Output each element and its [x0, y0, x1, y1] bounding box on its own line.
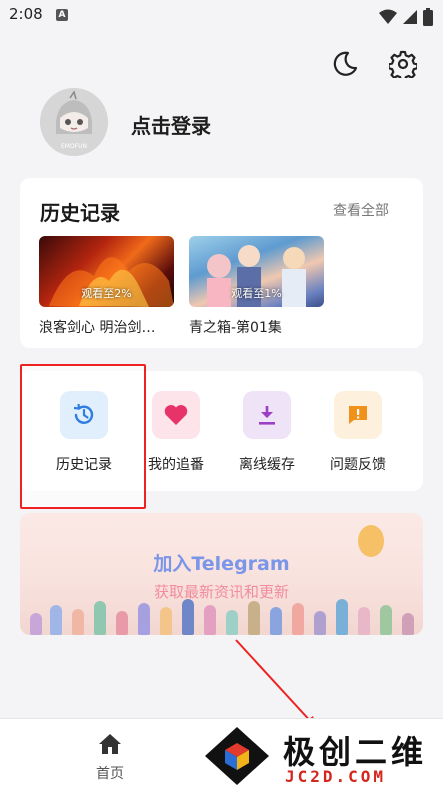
history-thumbnail[interactable]: 观看至1% [189, 236, 324, 307]
view-all-link[interactable]: 查看全部 [333, 200, 389, 220]
crowd-illustration-icon [20, 585, 423, 635]
nav-home-label: 首页 [96, 766, 124, 782]
battery-icon [423, 7, 433, 26]
signal-icon [402, 9, 417, 24]
menu-item-feedback[interactable]: 问题反馈 [315, 391, 401, 473]
settings-button[interactable] [387, 50, 419, 82]
home-icon [99, 734, 121, 754]
menu-item-history-highlighted[interactable]: 历史记录 [41, 391, 127, 473]
login-link[interactable]: 点击登录 [131, 110, 211, 139]
dark-mode-toggle[interactable] [331, 50, 359, 78]
menu-label: 离线缓存 [239, 457, 295, 473]
gear-icon [387, 50, 419, 82]
history-thumbnail[interactable]: 观看至2% [39, 236, 174, 307]
history-title: 历史记录 [40, 201, 120, 225]
watermark: 极创二维 JC2D.COM [193, 723, 443, 789]
avatar[interactable]: EMOFUN [40, 88, 108, 156]
history-progress: 观看至2% [81, 287, 132, 300]
menu-label: 问题反馈 [330, 457, 386, 473]
heart-icon [164, 405, 188, 425]
history-icon [73, 403, 94, 424]
status-icons [378, 6, 433, 26]
wifi-icon [378, 9, 397, 24]
status-bar: 2:08 A [0, 0, 443, 32]
history-progress: 观看至1% [231, 287, 282, 300]
menu-label: 历史记录 [56, 457, 112, 473]
feedback-icon [349, 406, 367, 424]
history-item-title[interactable]: 浪客剑心 明治剑… [39, 317, 155, 337]
avatar-illustration-icon: EMOFUN [40, 88, 108, 156]
download-icon [259, 406, 275, 425]
nav-home[interactable]: 首页 [80, 731, 140, 782]
menu-item-offline-cache[interactable]: 离线缓存 [224, 391, 310, 473]
moon-icon [333, 51, 358, 76]
history-card: 历史记录 查看全部 观看至2% 浪客剑心 明治剑… 观看至1% 青之箱-第01集 [20, 178, 423, 348]
sim-badge-icon: A [56, 9, 68, 21]
cube-logo-icon [205, 727, 269, 785]
banner-title: 加入Telegram [153, 553, 290, 575]
telegram-banner[interactable]: 加入Telegram 获取最新资讯和更新 [20, 513, 423, 635]
avatar-text: EMOFUN [61, 143, 87, 150]
watermark-subtext: JC2D.COM [285, 767, 387, 786]
status-time: 2:08 [9, 5, 43, 23]
history-item-title[interactable]: 青之箱-第01集 [189, 317, 282, 337]
